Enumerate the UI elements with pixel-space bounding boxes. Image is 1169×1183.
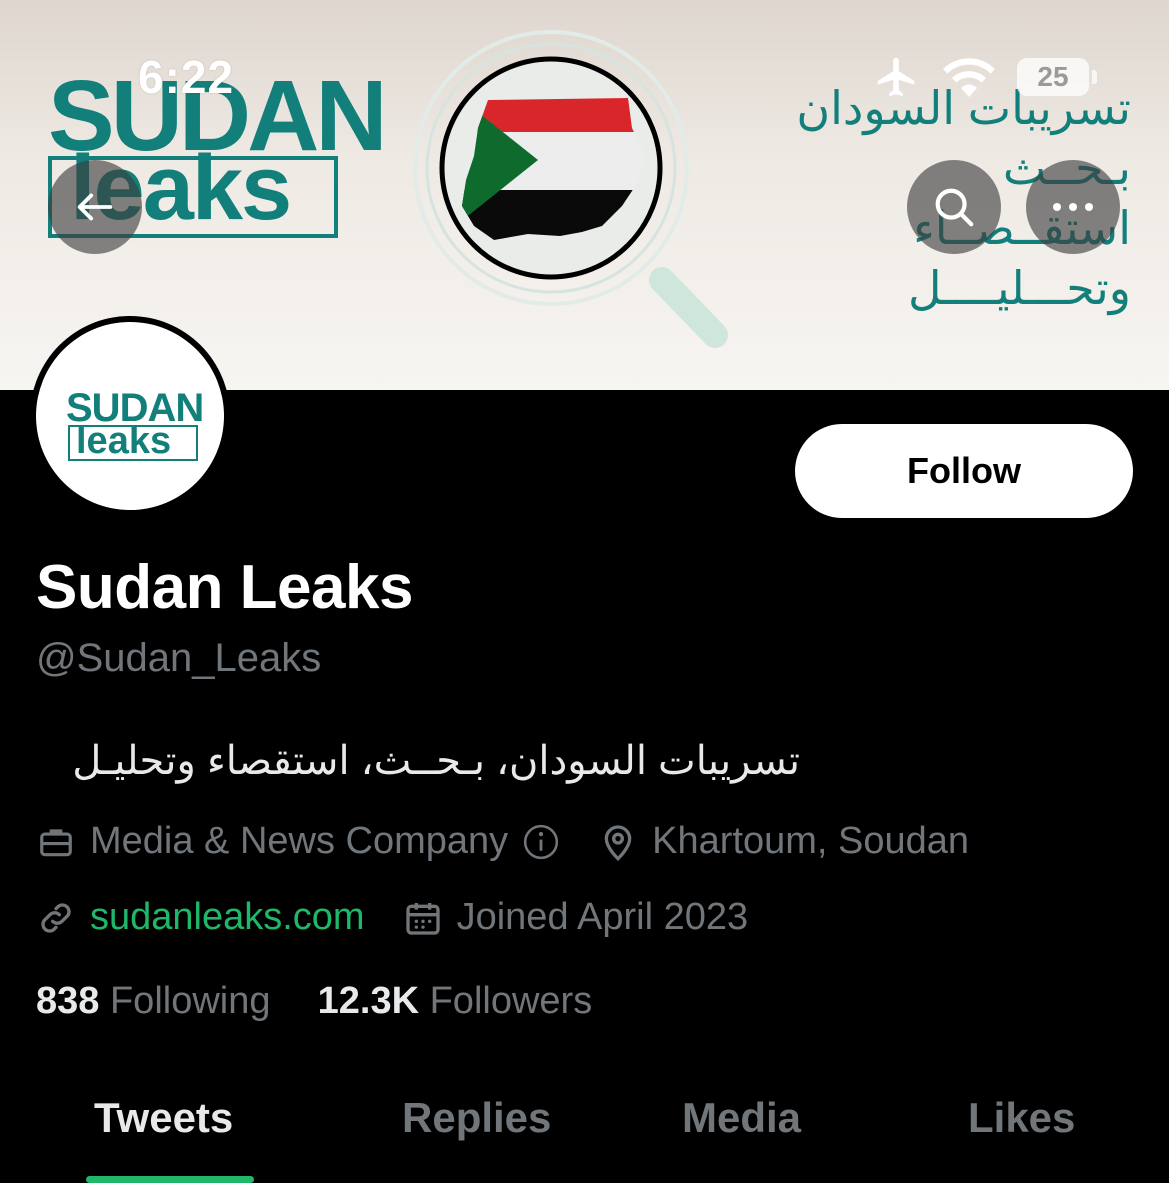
profile-name: Sudan Leaks bbox=[36, 553, 413, 622]
battery-indicator: 25 bbox=[1017, 58, 1097, 96]
magnifier-sudan-map-emblem bbox=[413, 30, 728, 348]
profile-meta-row: sudanleaks.com Joined April 2023 bbox=[36, 896, 748, 939]
avatar-logo: SUDAN leaks bbox=[36, 322, 224, 510]
tab-likes[interactable]: Likes bbox=[968, 1094, 1075, 1142]
following-count: 838 bbox=[36, 980, 100, 1022]
profile-bio: تسريبات السودان، بـحــث، استقصاء وتحليـل bbox=[72, 739, 800, 783]
tab-replies[interactable]: Replies bbox=[402, 1094, 551, 1142]
profile-tabs: Tweets Replies Media Likes bbox=[0, 1090, 1169, 1183]
arrow-left-icon bbox=[77, 193, 113, 221]
profile-website-link[interactable]: sudanleaks.com bbox=[90, 896, 365, 939]
banner-arabic-line: وتحـــليــــل bbox=[908, 262, 1131, 314]
followers-stat[interactable]: 12.3K Followers bbox=[318, 980, 593, 1022]
followers-label: Followers bbox=[429, 980, 593, 1022]
follow-button[interactable]: Follow bbox=[795, 424, 1133, 518]
location-pin-icon bbox=[604, 824, 632, 861]
follow-stats: 838 Following 12.3K Followers bbox=[36, 980, 592, 1023]
following-stat[interactable]: 838 Following bbox=[36, 980, 271, 1022]
active-tab-indicator bbox=[86, 1176, 254, 1183]
back-button[interactable] bbox=[48, 160, 142, 254]
briefcase-icon bbox=[40, 828, 72, 856]
profile-joined-date: Joined April 2023 bbox=[456, 896, 749, 938]
more-options-button[interactable] bbox=[1026, 160, 1120, 254]
wifi-icon bbox=[943, 58, 995, 97]
more-dots-icon bbox=[1053, 203, 1093, 211]
followers-count: 12.3K bbox=[317, 980, 420, 1022]
profile-location: Khartoum, Soudan bbox=[652, 820, 970, 862]
status-time: 6:22 bbox=[138, 51, 235, 103]
following-label: Following bbox=[109, 980, 271, 1022]
info-icon[interactable] bbox=[522, 823, 560, 861]
search-icon bbox=[935, 188, 974, 227]
profile-category: Media & News Company bbox=[90, 820, 509, 862]
calendar-icon bbox=[405, 902, 440, 935]
tab-tweets[interactable]: Tweets bbox=[94, 1094, 233, 1142]
link-icon bbox=[41, 902, 71, 933]
avatar[interactable]: SUDAN leaks bbox=[30, 316, 230, 516]
avatar-brand-leaks: leaks bbox=[76, 420, 172, 462]
profile-meta-row: Media & News Company Khartoum, Soudan bbox=[36, 820, 969, 863]
airplane-icon bbox=[877, 57, 915, 97]
search-button[interactable] bbox=[907, 160, 1001, 254]
status-icons: 25 bbox=[873, 54, 1097, 100]
profile-handle: @Sudan_Leaks bbox=[36, 636, 322, 680]
tab-media[interactable]: Media bbox=[682, 1094, 801, 1142]
